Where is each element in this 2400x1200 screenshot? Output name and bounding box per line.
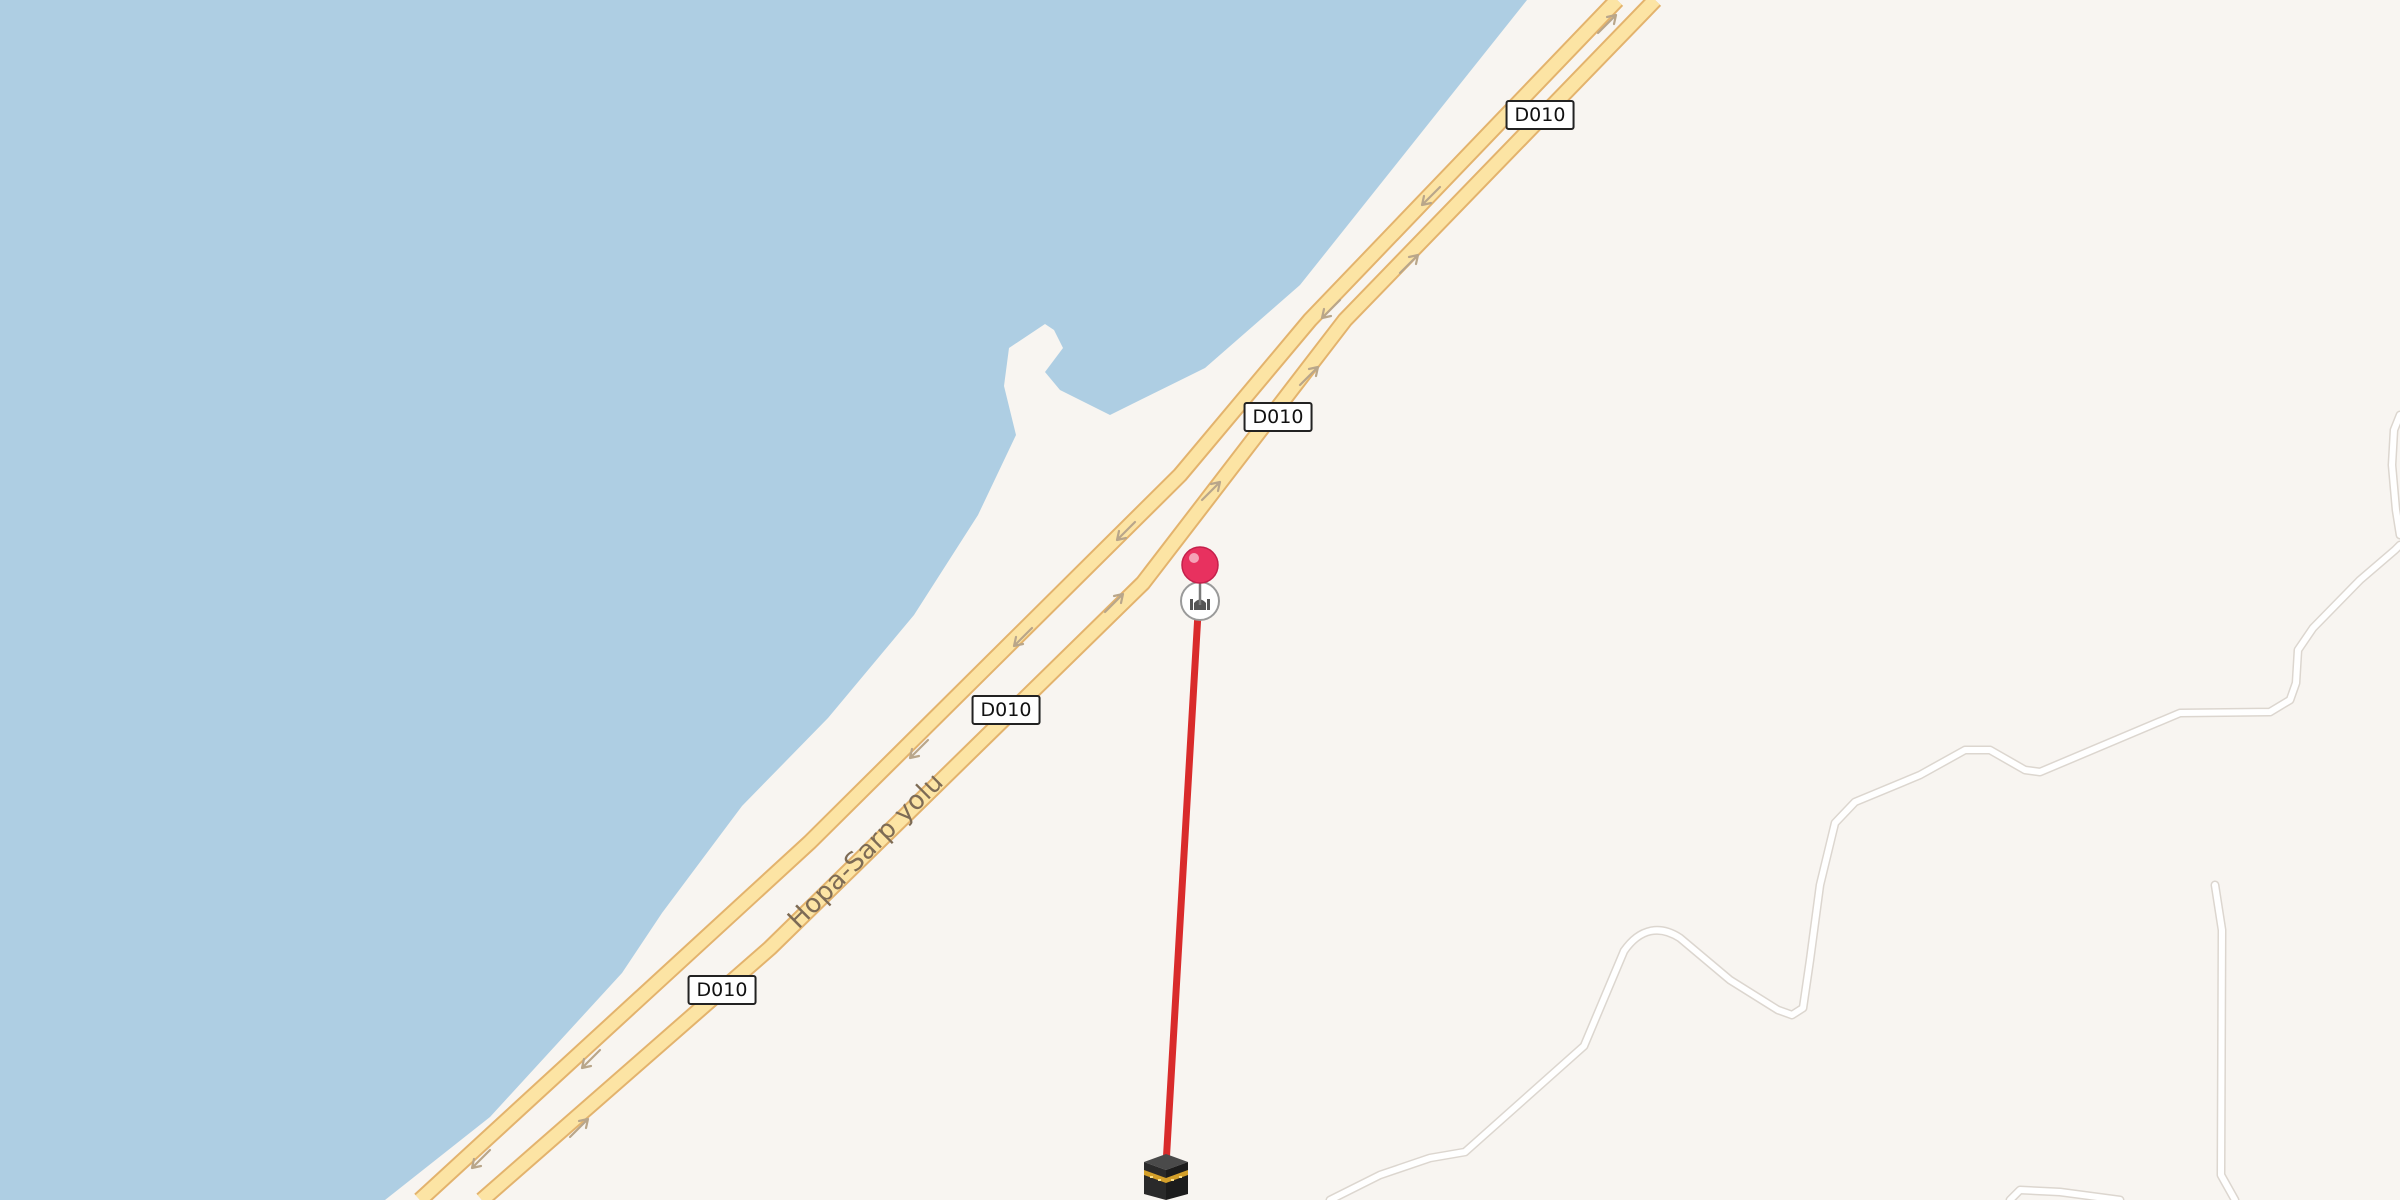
- road-shield-d010: D010: [971, 695, 1041, 725]
- road-shield-d010: D010: [687, 975, 757, 1005]
- map-pin-icon[interactable]: [1180, 545, 1220, 607]
- kaaba-icon[interactable]: [1138, 1150, 1194, 1200]
- map-canvas[interactable]: D010 D010 D010 D010 Hopa-Sarp yolu: [0, 0, 2400, 1200]
- road-shield-d010: D010: [1243, 402, 1313, 432]
- road-shield-d010: D010: [1505, 100, 1575, 130]
